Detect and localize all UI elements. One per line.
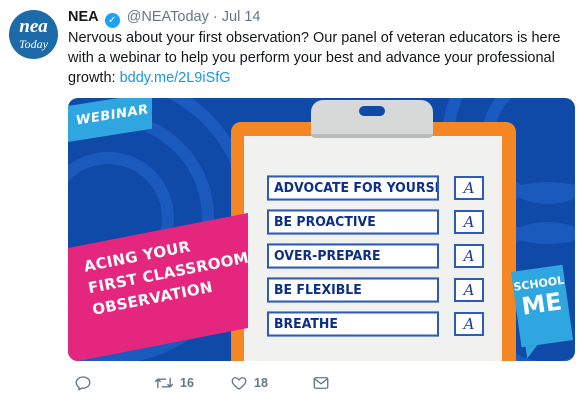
avatar[interactable]: nea Today [9,10,58,59]
clipboard-clip [311,100,433,138]
like-button[interactable]: 18 [230,372,268,394]
avatar-logo-line2: Today [19,37,48,51]
reply-button[interactable] [74,372,92,394]
checklist-grade: A [454,244,484,268]
direct-message-button[interactable] [312,372,330,394]
checklist-item-label: BE FLEXIBLE [267,277,439,303]
tweet-link[interactable]: bddy.me/2L9iSfG [120,70,231,86]
avatar-logo-line1: nea [19,16,48,37]
header-separator: · [212,9,218,25]
retweet-button[interactable]: 16 [154,372,194,394]
author-handle[interactable]: @NEAToday [127,9,209,25]
checklist-item-label: ADVOCATE FOR YOURSELF [267,175,439,201]
checklist-item-label: BE PROACTIVE [267,209,439,235]
school-me-logo: SCHOOL ME [510,264,574,348]
tweet: nea Today NEA ✓ @NEAToday · Jul 14 Nervo… [0,0,584,401]
envelope-icon [313,377,329,389]
reply-icon [75,376,91,391]
checklist-grade: A [454,312,484,336]
webinar-badge-label: WEBINAR [76,102,149,129]
checklist-item-label: OVER-PREPARE [267,243,439,269]
tweet-text: Nervous about your first observation? Ou… [68,28,578,88]
checklist-item-label: BREATHE [267,311,439,337]
heart-icon [231,377,247,390]
retweet-icon [154,377,174,389]
checklist-grade: A [454,278,484,302]
clipboard: ADVOCATE FOR YOURSELF A BE PROACTIVE A O… [231,100,516,361]
author-name[interactable]: NEA [68,9,99,25]
media-card[interactable]: WEBINAR ADVOCATE FOR YOURSELF A BE PROAC… [68,98,575,361]
like-count: 18 [254,376,268,390]
retweet-count: 16 [180,376,194,390]
tweet-date[interactable]: Jul 14 [222,9,261,25]
school-me-line2: ME [519,287,564,321]
tweet-header: NEA ✓ @NEAToday · Jul 14 [68,7,261,28]
verified-badge-icon: ✓ [104,13,120,28]
checklist-grade: A [454,176,484,200]
checklist-grade: A [454,210,484,234]
